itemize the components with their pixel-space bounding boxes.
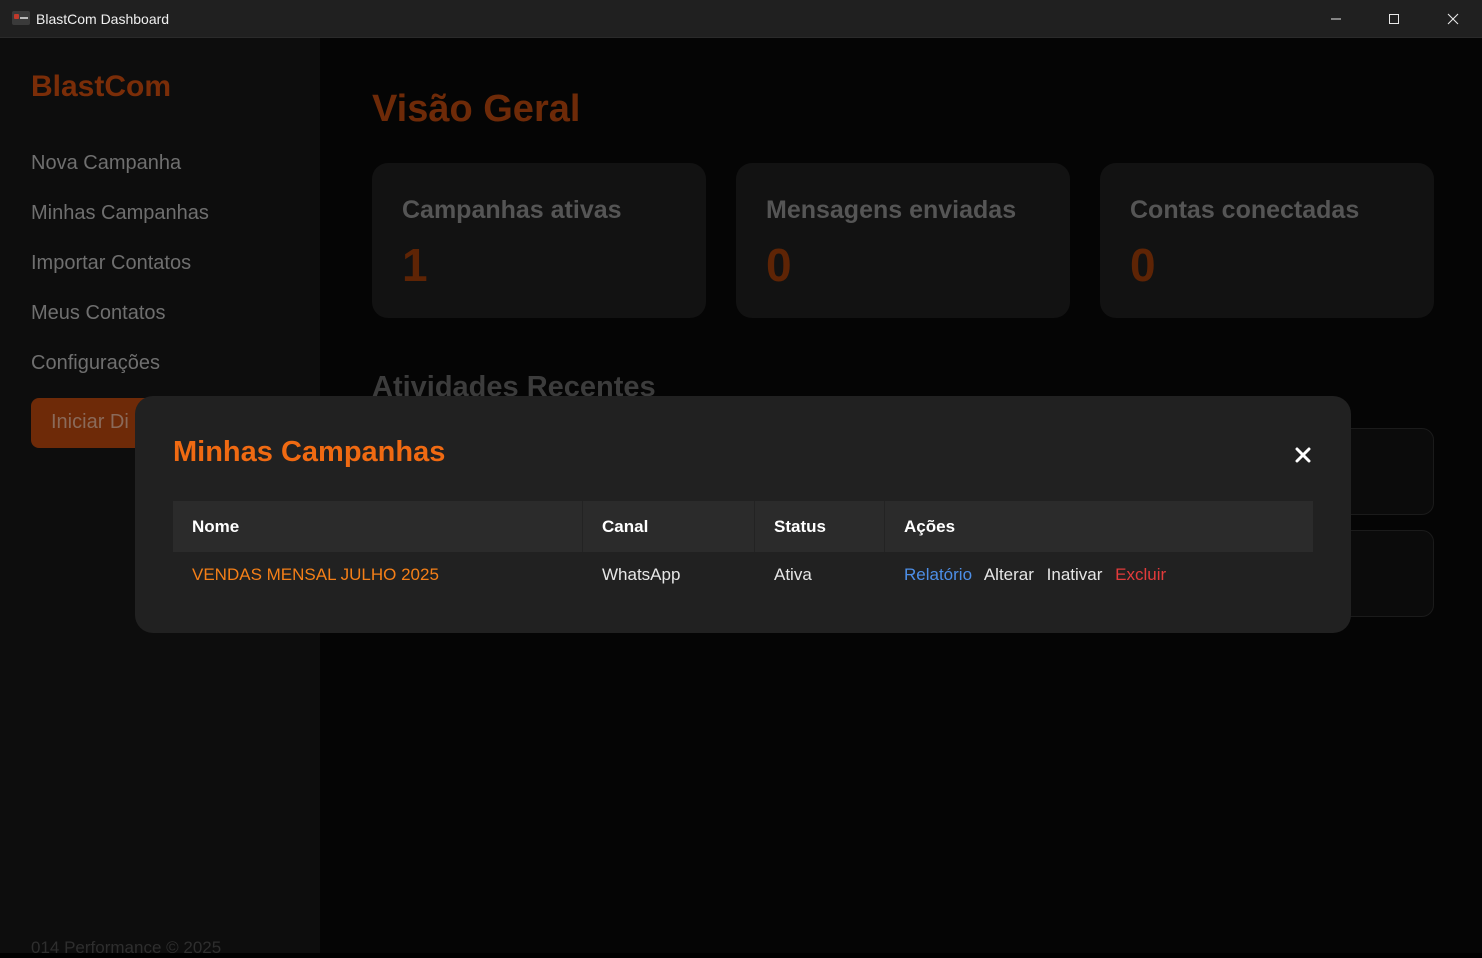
stat-card-contas-conectadas: Contas conectadas 0 — [1100, 163, 1434, 318]
campaign-status: Ativa — [774, 565, 812, 584]
stat-label: Contas conectadas — [1130, 196, 1360, 224]
campaign-name[interactable]: VENDAS MENSAL JULHO 2025 — [173, 552, 439, 585]
page-title: Visão Geral — [372, 88, 581, 130]
sidebar-item-configuracoes[interactable]: Configurações — [31, 352, 160, 375]
window-titlebar: BlastCom Dashboard — [0, 0, 1482, 38]
column-header-status: Status — [755, 501, 885, 552]
campaigns-modal: Minhas Campanhas Nome Canal Status Ações… — [135, 396, 1351, 633]
campaign-actions: Relatório Alterar Inativar Excluir — [885, 552, 1174, 585]
table-row: VENDAS MENSAL JULHO 2025 WhatsApp Ativa … — [173, 552, 1313, 600]
close-icon[interactable] — [1292, 444, 1314, 466]
stat-card-campanhas-ativas: Campanhas ativas 1 — [372, 163, 706, 318]
sidebar-item-meus-contatos[interactable]: Meus Contatos — [31, 302, 166, 325]
minimize-icon[interactable] — [1307, 0, 1365, 38]
delete-link[interactable]: Excluir — [1115, 565, 1166, 584]
campaigns-table: Nome Canal Status Ações VENDAS MENSAL JU… — [173, 501, 1313, 600]
column-header-canal: Canal — [583, 501, 755, 552]
stat-value: 1 — [402, 239, 428, 291]
sidebar-item-nova-campanha[interactable]: Nova Campanha — [31, 152, 181, 175]
column-header-nome: Nome — [173, 501, 583, 552]
column-header-acoes: Ações — [904, 517, 956, 536]
stat-label: Campanhas ativas — [402, 196, 622, 224]
edit-link[interactable]: Alterar — [984, 565, 1034, 584]
modal-title: Minhas Campanhas — [173, 436, 446, 468]
table-header: Nome Canal Status Ações — [173, 501, 1313, 552]
report-link[interactable]: Relatório — [904, 565, 972, 584]
window-title: BlastCom Dashboard — [36, 11, 170, 27]
inactivate-link[interactable]: Inativar — [1047, 565, 1103, 584]
sidebar-item-minhas-campanhas[interactable]: Minhas Campanhas — [31, 202, 209, 225]
stat-value: 0 — [766, 239, 792, 291]
stat-value: 0 — [1130, 239, 1156, 291]
close-window-icon[interactable] — [1424, 0, 1482, 38]
maximize-icon[interactable] — [1365, 0, 1423, 38]
brand-logo: BlastCom — [31, 70, 172, 103]
app-icon — [12, 11, 30, 25]
stat-label: Mensagens enviadas — [766, 196, 1017, 224]
sidebar-item-importar-contatos[interactable]: Importar Contatos — [31, 252, 191, 275]
sidebar-footer: 014 Performance © 2025 — [31, 938, 222, 957]
campaign-channel: WhatsApp — [602, 565, 681, 584]
stat-card-mensagens-enviadas: Mensagens enviadas 0 — [736, 163, 1070, 318]
